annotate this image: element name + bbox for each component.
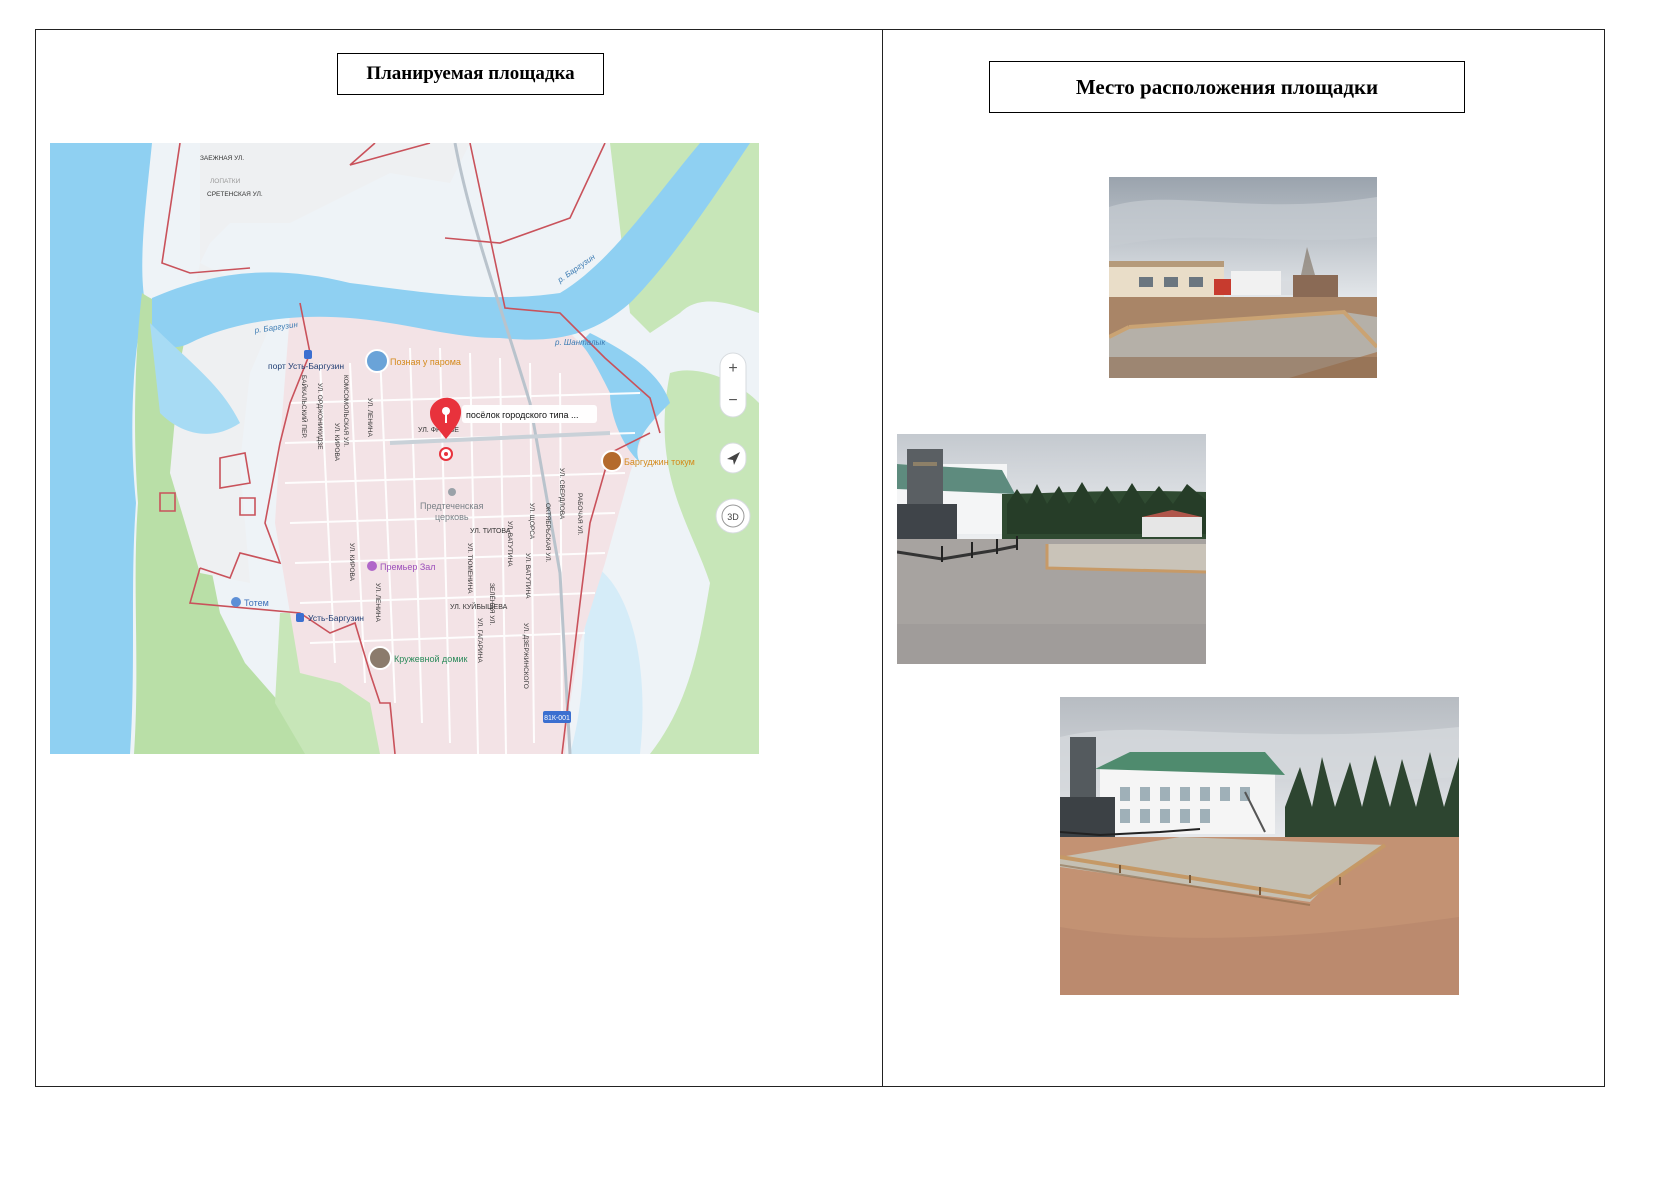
road-sign-label: 81К-001 <box>544 715 570 722</box>
map-label: УЛ. ОРДЖОНИКИДЗЕ <box>316 383 323 450</box>
pin-label: посёлок городского типа ... <box>466 410 579 420</box>
poi-icon <box>231 597 241 607</box>
port-icon <box>304 350 312 359</box>
map-label: СРЕТЕНСКАЯ УЛ. <box>207 191 263 198</box>
map-label: УЛ. ТИТОВА <box>470 528 511 535</box>
map-label: БАЙКАЛЬСКИЙ ПЕР. <box>300 375 309 439</box>
site-map[interactable]: 81К-001 ЗАЕЖНАЯ УЛ. ЛОПАТКИ СРЕТЕНСКАЯ У… <box>50 143 759 754</box>
zoom-controls[interactable]: + − <box>719 352 747 418</box>
site-location-title: Место расположения площадки <box>989 61 1465 113</box>
map-label: УЛ. ГАГАРИНА <box>476 618 483 663</box>
map-label: ЛОПАТКИ <box>210 178 241 185</box>
map-label: УЛ. ЛЕНИНА <box>366 398 373 437</box>
poi-thumbnail <box>365 349 389 373</box>
bus-stop-icon <box>296 613 304 622</box>
svg-text:3D: 3D <box>727 512 739 522</box>
planned-site-title: Планируемая площадка <box>337 53 604 95</box>
zoom-in-button[interactable]: + <box>728 360 737 377</box>
poi-ust-barguzin[interactable]: Усть-Баргузин <box>308 613 364 623</box>
map-label: УЛ. КУЙБЫШЕВА <box>450 602 508 611</box>
site-near-memorial-photo <box>897 434 1206 664</box>
map-label: УЛ. СВЕРДЛОВА <box>558 468 565 520</box>
map-label: УЛ. ВАТУТИНА <box>506 521 513 567</box>
poi-thumbnail <box>368 646 392 670</box>
poi-thumbnail <box>601 450 623 472</box>
map-label: УЛ. ЩОРСА <box>528 503 535 540</box>
poi-church[interactable]: Предтеченская <box>420 501 484 511</box>
poi-port[interactable]: порт Усть-Баргузин <box>268 361 344 371</box>
river-label: р. Шанталык <box>554 338 606 347</box>
map-label: УЛ. ТЮМЕНИНА <box>466 543 473 594</box>
poi-premier-zal[interactable]: Премьер Зал <box>380 562 436 572</box>
map-label: УЛ. КИРОВА <box>348 543 355 582</box>
map-label: КОМСОМОЛЬСКАЯ УЛ. <box>342 375 349 447</box>
map-label: РАБОЧАЯ УЛ. <box>576 493 583 536</box>
poi-poznaya[interactable]: Позная у парома <box>390 357 461 367</box>
church-icon <box>448 488 456 496</box>
zoom-out-button[interactable]: − <box>728 392 737 409</box>
map-label: ЗЕЛЁНАЯ УЛ. <box>488 583 496 626</box>
poi-icon <box>367 561 377 571</box>
map-label: УЛ. КИРОВА <box>333 423 340 462</box>
locate-button[interactable] <box>719 442 747 474</box>
poi-totem[interactable]: Тотем <box>244 598 269 608</box>
concrete-slab-near-building-photo <box>1109 177 1377 378</box>
map-label: УЛ. ДЗЕРЖИНСКОГО <box>522 623 529 689</box>
map-label: УЛ. ЛЕНИНА <box>374 583 381 622</box>
map-label: ОКТЯБРЬСКАЯ УЛ. <box>544 503 551 563</box>
map-label: УЛ. ВАТУТИНА <box>524 553 531 599</box>
poi-church-line2: церковь <box>435 512 469 522</box>
map-label: ЗАЕЖНАЯ УЛ. <box>200 155 244 162</box>
poi-barguzhin-tokum[interactable]: Баргуджин токум <box>624 457 695 467</box>
poi-kruzhevnoy[interactable]: Кружевной домик <box>394 654 468 664</box>
column-divider <box>882 29 883 1087</box>
view-3d-button[interactable]: 3D <box>715 498 751 534</box>
foundation-frame-near-white-building-photo <box>1060 697 1459 995</box>
